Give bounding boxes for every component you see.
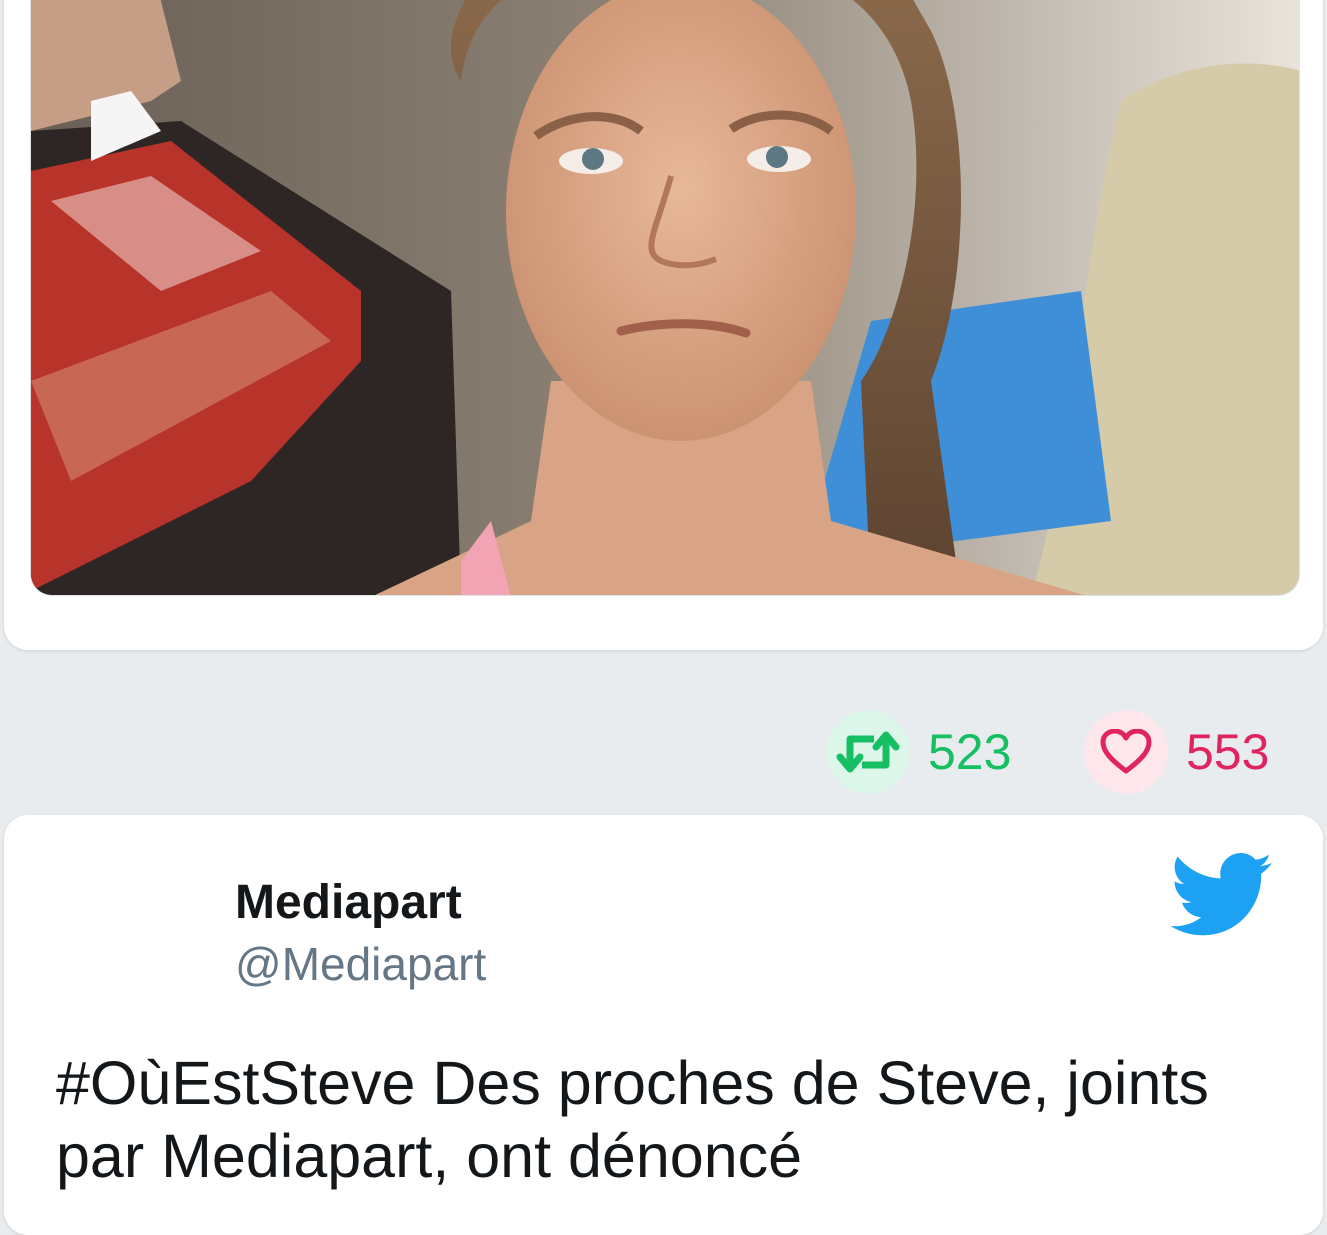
author-name[interactable]: Mediapart: [235, 875, 462, 930]
author-handle[interactable]: @Mediapart: [235, 937, 486, 991]
retweet-icon[interactable]: [826, 710, 910, 794]
retweet-action[interactable]: 523: [826, 710, 1011, 794]
twitter-bird-icon[interactable]: [1170, 853, 1274, 942]
retweet-count: 523: [928, 724, 1012, 780]
tweet-card: [4, 0, 1323, 650]
like-action[interactable]: 553: [1084, 710, 1269, 794]
like-count: 553: [1186, 724, 1270, 780]
tweet-card: Mediapart @Mediapart #OùEstSteve Des pro…: [4, 815, 1323, 1235]
tweet-text: #OùEstSteve Des proches de Steve, joints…: [56, 1049, 1209, 1191]
heart-icon[interactable]: [1084, 710, 1168, 794]
tweet-photo[interactable]: [30, 0, 1300, 596]
photo-image: [31, 0, 1299, 595]
